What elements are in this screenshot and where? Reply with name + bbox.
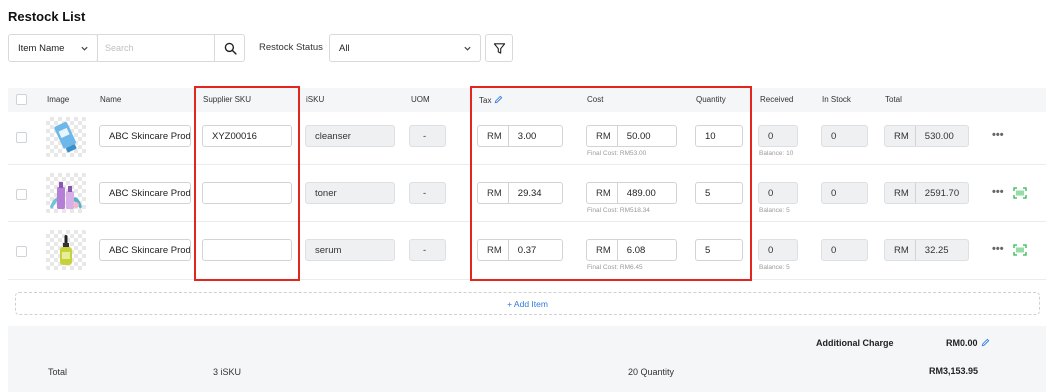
- scan-barcode-icon[interactable]: [1013, 244, 1027, 258]
- total-value: 530.00: [924, 130, 954, 142]
- col-total: Total: [885, 95, 902, 104]
- total-field: RM 32.25: [884, 239, 969, 261]
- received-field: 0: [758, 239, 798, 261]
- supplier-sku-highlight: [194, 86, 300, 281]
- balance-text: Balance: 10: [759, 150, 794, 157]
- select-all-checkbox[interactable]: [16, 94, 27, 105]
- serum-dropper-icon: [60, 235, 72, 265]
- in-stock-field: 0: [821, 239, 868, 261]
- filter-icon: [493, 42, 505, 54]
- restock-status-value: All: [339, 42, 350, 54]
- edit-additional-charge-icon[interactable]: [981, 338, 990, 349]
- cleanser-tube-icon: [54, 122, 77, 153]
- uom-field: -: [409, 182, 446, 204]
- filter-button[interactable]: [485, 34, 513, 62]
- additional-charge-label: Additional Charge: [816, 338, 894, 348]
- search-input[interactable]: [105, 43, 205, 53]
- uom-field: -: [409, 239, 446, 261]
- isku-field: serum: [305, 239, 395, 261]
- chevron-down-icon: [463, 44, 472, 56]
- search-icon: [224, 42, 237, 55]
- col-isku: iSKU: [306, 95, 325, 104]
- total-label: Total: [48, 367, 68, 377]
- col-name: Name: [100, 95, 122, 104]
- product-image: [46, 230, 86, 270]
- toner-bottles-icon: [50, 182, 82, 209]
- col-in-stock: In Stock: [822, 95, 851, 104]
- currency-prefix: RM: [894, 244, 909, 256]
- row-checkbox[interactable]: [16, 132, 27, 143]
- search-field-select[interactable]: Item Name: [8, 34, 98, 62]
- more-options-icon[interactable]: •••: [992, 129, 1004, 141]
- total-field: RM 530.00: [884, 125, 969, 147]
- isku-field: cleanser: [305, 125, 395, 147]
- chevron-down-icon: [80, 44, 89, 56]
- summary-footer: [8, 326, 1046, 392]
- item-name-input[interactable]: ABC Skincare Prod: [99, 125, 191, 147]
- total-value: 32.25: [924, 244, 949, 256]
- item-name-input[interactable]: ABC Skincare Prod: [99, 182, 191, 204]
- additional-charge-amount: RM0.00: [946, 338, 978, 348]
- restock-status-label: Restock Status: [259, 42, 323, 53]
- scan-barcode-icon[interactable]: [1013, 187, 1027, 201]
- in-stock-field: 0: [821, 182, 868, 204]
- restock-status-select[interactable]: All: [329, 34, 481, 62]
- grand-total: RM3,153.95: [929, 366, 979, 376]
- col-uom: UOM: [411, 95, 430, 104]
- row-checkbox[interactable]: [16, 246, 27, 257]
- currency-prefix: RM: [894, 187, 909, 199]
- in-stock-field: 0: [821, 125, 868, 147]
- balance-text: Balance: 5: [759, 264, 790, 271]
- search-field-select-value: Item Name: [18, 42, 65, 54]
- additional-charge-value: RM0.00: [946, 338, 990, 349]
- page-title: Restock List: [8, 9, 86, 24]
- total-value: 2591.70: [924, 187, 960, 199]
- received-field: 0: [758, 125, 798, 147]
- tax-cost-quantity-highlight: [470, 86, 752, 281]
- product-image: [46, 173, 86, 213]
- currency-prefix: RM: [894, 130, 909, 142]
- col-received: Received: [760, 95, 794, 104]
- search-button[interactable]: [214, 34, 245, 62]
- more-options-icon[interactable]: •••: [992, 186, 1004, 198]
- balance-text: Balance: 5: [759, 207, 790, 214]
- more-options-icon[interactable]: •••: [992, 243, 1004, 255]
- quantity-total: 20 Quantity: [628, 367, 675, 377]
- product-image: [46, 117, 86, 157]
- isku-field: toner: [305, 182, 395, 204]
- add-item-button[interactable]: + Add Item: [15, 292, 1040, 315]
- received-field: 0: [758, 182, 798, 204]
- isku-count: 3 iSKU: [213, 367, 242, 377]
- row-checkbox[interactable]: [16, 189, 27, 200]
- uom-field: -: [409, 125, 446, 147]
- total-field: RM 2591.70: [884, 182, 969, 204]
- col-image: Image: [47, 95, 70, 104]
- item-name-input[interactable]: ABC Skincare Prod: [99, 239, 191, 261]
